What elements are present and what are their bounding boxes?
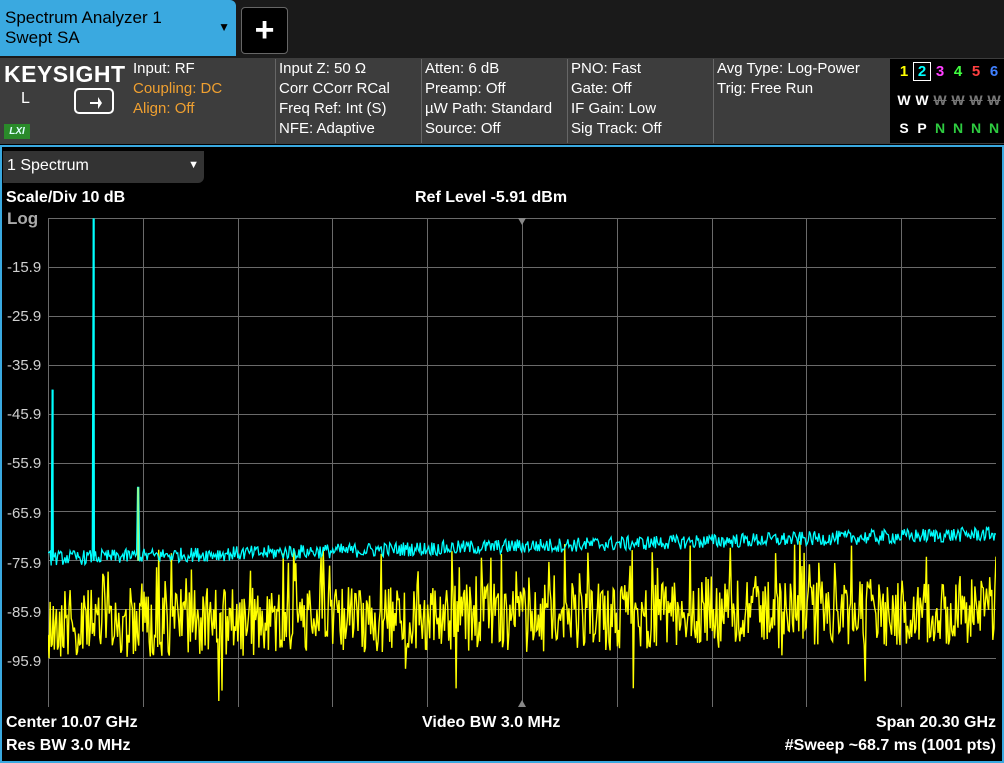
y-tick-label: -95.9 [7,653,42,670]
trig-setting: Trig: Free Run [717,80,814,97]
y-tick-label: -55.9 [7,455,42,472]
trace-4-mode: W [951,92,965,108]
coupling-setting: Coupling: DC [133,80,223,97]
sweep-label[interactable]: #Sweep ~68.7 ms (1001 pts) [785,737,996,755]
trace-4-detector: N [952,120,964,136]
settings-trigger[interactable]: Avg Type: Log-Power Trig: Free Run [713,59,890,143]
trace-1-number[interactable]: 1 [895,63,913,80]
lxi-icon: LXI [4,124,30,139]
res-bw-label[interactable]: Res BW 3.0 MHz [6,737,130,755]
ref-marker-bottom-icon [518,700,526,707]
settings-corrections[interactable]: Input Z: 50 Ω Corr CCorr RCal Freq Ref: … [275,59,421,143]
tab-subtitle: Swept SA [5,28,80,47]
trace-5-mode: W [969,92,983,108]
align-setting: Align: Off [133,100,195,117]
atten-setting: Atten: 6 dB [425,60,500,77]
ref-level-label[interactable]: Ref Level -5.91 dBm [415,189,567,207]
sig-track-setting: Sig Track: Off [571,120,662,137]
avg-type-setting: Avg Type: Log-Power [717,60,860,77]
tab-title: Spectrum Analyzer 1 [5,8,162,27]
trace-6-mode: W [987,92,1001,108]
video-bw-label[interactable]: Video BW 3.0 MHz [422,714,560,732]
trace-1-mode: W [897,92,911,108]
y-tick-label: -25.9 [7,308,42,325]
trace-numbers: 123456 [895,62,1003,81]
trace-3-detector: N [934,120,946,136]
scale-div-label: Scale/Div 10 dB [6,189,126,206]
add-tab-button[interactable]: + [241,7,288,54]
window-select-dropdown[interactable]: 1 Spectrum ▼ [3,151,204,183]
trace-3-mode: W [933,92,947,108]
keysight-logo: KEYSIGHT [4,61,126,87]
ref-marker-top-icon [518,218,526,225]
span-label[interactable]: Span 20.30 GHz [876,714,996,732]
trace-2-detector: P [917,120,927,136]
y-tick-label: -85.9 [7,604,42,621]
input-z-setting: Input Z: 50 Ω [279,60,367,77]
remote-control-icon[interactable] [74,88,114,114]
settings-attenuation[interactable]: Atten: 6 dB Preamp: Off µW Path: Standar… [421,59,567,143]
trace-6-detector: N [988,120,1000,136]
trace-1-detector: S [899,120,909,136]
y-tick-label: -35.9 [7,357,42,374]
freq-ref-setting: Freq Ref: Int (S) [279,100,387,117]
y-tick-label: -45.9 [7,406,42,423]
log-scale-label: Log [7,209,39,228]
trace-3-number[interactable]: 3 [931,63,949,80]
uw-path-setting: µW Path: Standard [425,100,553,117]
trace-modes: WWWWWW [895,92,1003,108]
trace-6-number[interactable]: 6 [985,63,1003,80]
y-tick-label: -15.9 [7,259,42,276]
source-setting: Source: Off [425,120,501,137]
trace-5-detector: N [970,120,982,136]
chevron-down-icon: ▼ [188,159,199,171]
corrections-setting: Corr CCorr RCal [279,80,390,97]
trace-panel[interactable]: 123456 WWWWWW SPNNNN [890,59,1004,143]
trace-detectors: SPNNNN [895,120,1003,136]
pno-setting: PNO: Fast [571,60,642,77]
center-freq-label[interactable]: Center 10.07 GHz [6,714,138,732]
chevron-down-icon[interactable]: ▼ [218,20,230,34]
settings-input[interactable]: Input: RF Coupling: DC Align: Off [130,59,274,143]
preamp-setting: Preamp: Off [425,80,506,97]
trace-2-mode: W [915,92,929,108]
trace-5-number[interactable]: 5 [967,63,985,80]
trace-4-number[interactable]: 4 [949,63,967,80]
local-indicator: L [21,90,30,107]
y-tick-label: -75.9 [7,555,42,572]
if-gain-setting: IF Gain: Low [571,100,657,117]
spectrum-plot[interactable] [48,218,996,707]
window-label: 1 Spectrum [7,157,89,174]
y-tick-label: -65.9 [7,505,42,522]
nfe-setting: NFE: Adaptive [279,120,375,137]
trace-2-number[interactable]: 2 [913,62,931,81]
gate-setting: Gate: Off [571,80,632,97]
input-setting: Input: RF [133,60,195,77]
tab-spectrum-analyzer[interactable]: Spectrum Analyzer 1 Swept SA ▼ [0,0,236,56]
settings-sweep[interactable]: PNO: Fast Gate: Off IF Gain: Low Sig Tra… [567,59,713,143]
